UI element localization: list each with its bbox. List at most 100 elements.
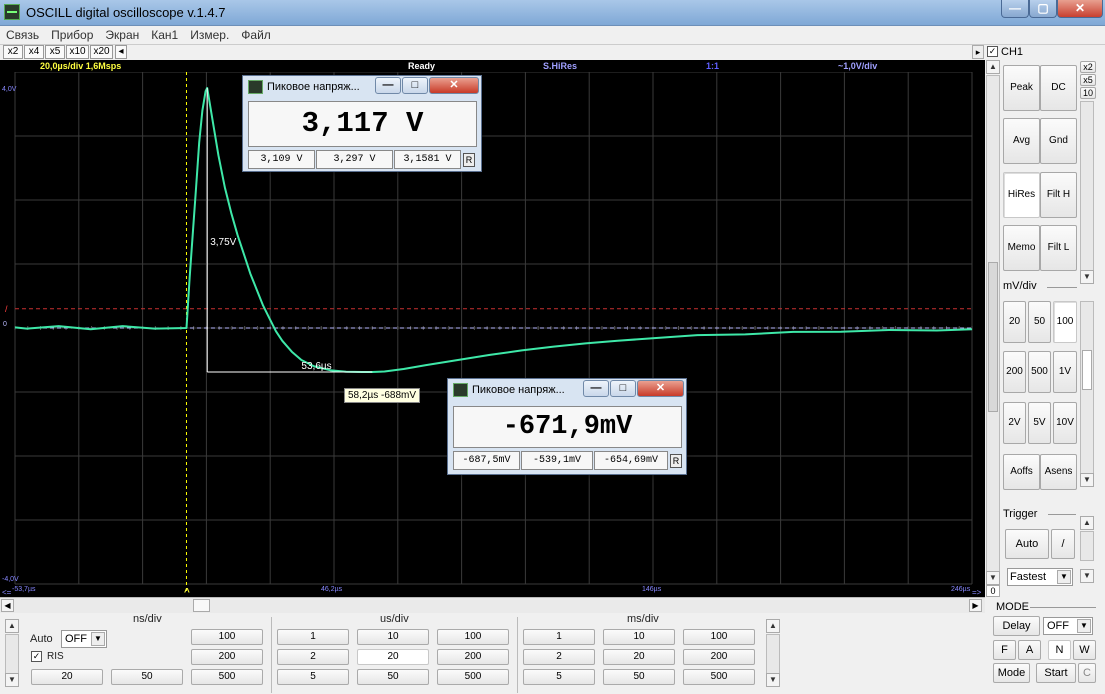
peak-button[interactable]: Peak (1003, 65, 1040, 111)
mv-div-5v-button[interactable]: 5V (1028, 402, 1051, 444)
scope-display[interactable]: 3,75V 53,6µs 4,0V -4,0V 0 / ^ <= => -53,7… (0, 60, 985, 597)
auto-select[interactable]: OFF ▼ (61, 630, 107, 648)
channel-buttons-scroll-down[interactable]: ▼ (1080, 270, 1094, 284)
filt-h-button[interactable]: Filt H (1040, 172, 1077, 218)
us-div-500-button[interactable]: 500 (437, 669, 509, 685)
horizontal-scrollbar-thumb[interactable] (193, 599, 210, 612)
delay-button[interactable]: Delay (993, 616, 1040, 636)
chevron-down-icon[interactable]: ▼ (91, 632, 105, 646)
menu-screen[interactable]: Экран (99, 26, 145, 42)
menu-measure[interactable]: Измер. (184, 26, 235, 42)
mv-div-2v-button[interactable]: 2V (1003, 402, 1026, 444)
us-div-100-button[interactable]: 100 (437, 629, 509, 645)
ms-div-100-button[interactable]: 100 (683, 629, 755, 645)
ns-div-20-button[interactable]: 20 (31, 669, 103, 685)
us-div-50-button[interactable]: 50 (357, 669, 429, 685)
trigger-position-arrow[interactable]: ^ (184, 587, 190, 597)
hires-button[interactable]: HiRes (1003, 172, 1040, 218)
minimize-button[interactable]: — (1001, 0, 1029, 18)
memo-button[interactable]: Memo (1003, 225, 1040, 271)
ch1-checkbox[interactable]: ✓ (987, 46, 998, 57)
peak-window-1-close-button[interactable]: ✕ (429, 77, 479, 94)
mv-div-10v-button[interactable]: 10V (1053, 402, 1077, 444)
trigger-scroll-down[interactable]: ▼ (1080, 569, 1094, 583)
mode-a-button[interactable]: A (1018, 640, 1041, 660)
scroll-right-button[interactable]: ▶ (969, 599, 982, 612)
mv-div-scroll-down[interactable]: ▼ (1080, 473, 1094, 487)
ms-div-500-button[interactable]: 500 (683, 669, 755, 685)
mode-n-button[interactable]: N (1048, 640, 1071, 660)
ms-scrollbar[interactable] (766, 634, 780, 676)
gain-x2-button[interactable]: x2 (1080, 61, 1096, 73)
zoom-scroll-left-button[interactable]: ◂ (115, 45, 127, 59)
auto-offset-button[interactable]: Aoffs (1003, 454, 1040, 490)
channel-offset-scrollbar[interactable] (986, 75, 1000, 600)
scroll-right-label[interactable]: => (972, 588, 982, 597)
ms-div-1-button[interactable]: 1 (523, 629, 595, 645)
us-div-10-button[interactable]: 10 (357, 629, 429, 645)
menu-device[interactable]: Прибор (45, 26, 99, 42)
avg-button[interactable]: Avg (1003, 118, 1040, 164)
channel-buttons-scrollbar[interactable] (1080, 101, 1094, 271)
ns-div-500-button[interactable]: 500 (191, 669, 263, 685)
mv-div-scrollbar-thumb[interactable] (1082, 350, 1092, 390)
ns-scroll-up[interactable]: ▲ (5, 619, 19, 633)
ms-scroll-up[interactable]: ▲ (766, 619, 780, 633)
horizontal-scrollbar[interactable]: ◀ ▶ (0, 597, 985, 613)
zoom-x10-button[interactable]: x10 (66, 45, 89, 59)
clear-button[interactable]: C (1078, 663, 1096, 683)
chevron-down-icon[interactable]: ▼ (1057, 570, 1071, 584)
dc-button[interactable]: DC (1040, 65, 1077, 111)
menu-channel[interactable]: Кан1 (145, 26, 184, 42)
gain-x5-button[interactable]: x5 (1080, 74, 1096, 86)
peak-window-1-maximize-button[interactable]: □ (402, 77, 428, 94)
menu-file[interactable]: Файл (235, 26, 277, 42)
trigger-speed-select[interactable]: Fastest ▼ (1007, 568, 1073, 586)
mode-w-button[interactable]: W (1073, 640, 1096, 660)
auto-sens-button[interactable]: Asens (1040, 454, 1077, 490)
peak-window-2-maximize-button[interactable]: □ (610, 380, 636, 397)
ns-scrollbar[interactable] (5, 634, 19, 676)
us-div-200-button[interactable]: 200 (437, 649, 509, 665)
us-div-20-button[interactable]: 20 (357, 649, 429, 665)
peak-window-1-titlebar[interactable]: Пиковое напряж... — □ ✕ (243, 76, 481, 98)
scroll-left-button[interactable]: ◀ (1, 599, 14, 612)
zoom-x5-button[interactable]: x5 (45, 45, 65, 59)
ns-div-50-button[interactable]: 50 (111, 669, 183, 685)
peak-window-2-reset-button[interactable]: R (670, 454, 682, 468)
ms-div-5-button[interactable]: 5 (523, 669, 595, 685)
channel-offset-thumb[interactable] (988, 262, 998, 412)
trigger-level-marker[interactable]: / (5, 304, 8, 314)
mode-f-button[interactable]: F (993, 640, 1016, 660)
filt-l-button[interactable]: Filt L (1040, 225, 1077, 271)
maximize-button[interactable]: ▢ (1029, 0, 1057, 18)
zoom-scroll-right-button[interactable]: ▸ (972, 45, 984, 59)
us-div-2-button[interactable]: 2 (277, 649, 349, 665)
channel-scroll-up-button[interactable]: ▲ (986, 60, 1000, 74)
gnd-button[interactable]: Gnd (1040, 118, 1077, 164)
menu-connection[interactable]: Связь (0, 26, 45, 42)
peak-window-1-minimize-button[interactable]: — (375, 77, 401, 94)
scroll-left-label[interactable]: <= (2, 588, 12, 597)
peak-voltage-window-1[interactable]: Пиковое напряж... — □ ✕ 3,117 V 3,109 V … (242, 75, 482, 172)
gain-x10-button[interactable]: 10 (1080, 87, 1096, 99)
trigger-scroll-up[interactable]: ▲ (1080, 516, 1094, 530)
peak-window-2-close-button[interactable]: ✕ (637, 380, 684, 397)
ris-checkbox[interactable]: ✓ (31, 651, 42, 662)
mv-div-1v-button[interactable]: 1V (1053, 351, 1077, 393)
trigger-scrollbar[interactable] (1080, 531, 1094, 561)
peak-window-1-reset-button[interactable]: R (463, 153, 475, 167)
mv-div-500-button[interactable]: 500 (1028, 351, 1051, 393)
us-div-1-button[interactable]: 1 (277, 629, 349, 645)
ms-div-50-button[interactable]: 50 (603, 669, 675, 685)
chevron-down-icon[interactable]: ▼ (1077, 619, 1091, 633)
zoom-x4-button[interactable]: x4 (24, 45, 44, 59)
ns-div-200-button[interactable]: 200 (191, 649, 263, 665)
close-button[interactable]: ✕ (1057, 0, 1103, 18)
peak-window-2-titlebar[interactable]: Пиковое напряж... — □ ✕ (448, 379, 686, 401)
ns-div-100-button[interactable]: 100 (191, 629, 263, 645)
scope-plot[interactable]: 3,75V 53,6µs 4,0V -4,0V 0 / ^ <= => -53,7… (0, 60, 985, 597)
ms-div-200-button[interactable]: 200 (683, 649, 755, 665)
ms-div-10-button[interactable]: 10 (603, 629, 675, 645)
trigger-auto-button[interactable]: Auto (1005, 529, 1049, 559)
